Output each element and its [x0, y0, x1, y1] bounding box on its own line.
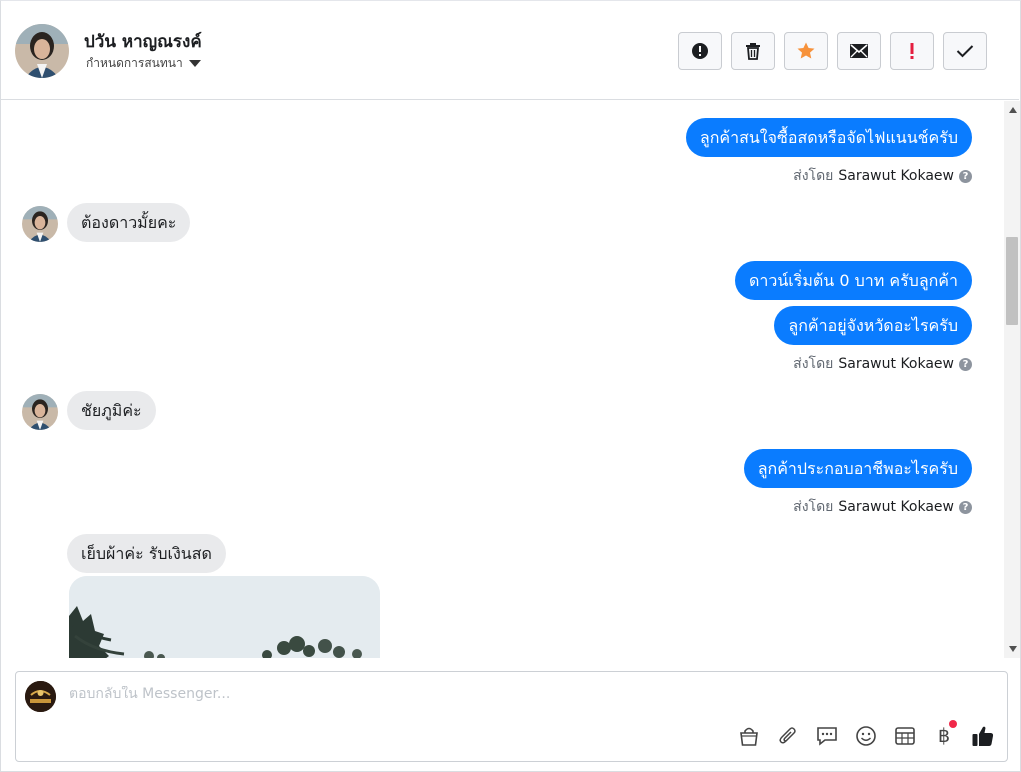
incoming-message[interactable]: ต้องดาวมั้ยคะ: [67, 203, 191, 242]
baht-symbol: ฿: [937, 725, 951, 747]
outgoing-message[interactable]: ลูกค้าสนใจซื้อสดหรือจัดไฟแนนช์ครับ: [685, 118, 972, 157]
assign-label: กำหนดการสนทนา: [86, 56, 183, 70]
contact-avatar-small[interactable]: [22, 394, 58, 430]
scroll-up-arrow-icon[interactable]: [1009, 107, 1017, 113]
reply-input[interactable]: [69, 686, 769, 702]
check-icon: [956, 45, 974, 58]
conversation-actions-toolbar: [678, 32, 987, 70]
incoming-message[interactable]: ชัยภูมิค่ะ: [67, 391, 156, 430]
sent-by-prefix: ส่งโดย: [793, 356, 834, 372]
envelope-icon: [850, 44, 868, 58]
table-icon[interactable]: [893, 724, 917, 748]
notification-dot: [949, 720, 957, 728]
sent-by-label: ส่งโดย Sarawut Kokaew ?: [793, 353, 972, 375]
baht-payment-icon[interactable]: ฿: [932, 720, 957, 748]
incoming-message[interactable]: เย็บผ้าค่ะ รับเงินสด: [67, 534, 226, 573]
thumbs-up-icon[interactable]: [971, 724, 995, 748]
emoji-icon[interactable]: [854, 724, 878, 748]
composer-toolbar: ฿: [737, 720, 995, 748]
mark-unread-button[interactable]: [837, 32, 881, 70]
contact-name[interactable]: ปวัน หาญณรงค์: [84, 28, 202, 55]
outgoing-message[interactable]: ดาวน์เริ่มต้น 0 บาท ครับลูกค้า: [735, 261, 972, 300]
exclamation-icon: [910, 43, 914, 59]
outgoing-message[interactable]: ลูกค้าอยู่จังหวัดอะไรครับ: [774, 306, 972, 345]
help-icon[interactable]: ?: [959, 169, 972, 183]
exclamation-circle-icon: [692, 43, 708, 59]
star-icon: [797, 42, 815, 59]
message-thread[interactable]: ลูกค้าสนใจซื้อสดหรือจัดไฟแนนช์ครับ ส่งโด…: [1, 101, 1004, 658]
assign-conversation-dropdown[interactable]: กำหนดการสนทนา: [86, 54, 201, 73]
star-button[interactable]: [784, 32, 828, 70]
trash-icon: [746, 43, 760, 60]
spam-report-button[interactable]: [678, 32, 722, 70]
sender-name: Sarawut Kokaew: [838, 356, 954, 372]
incoming-photo-attachment[interactable]: [69, 576, 380, 658]
delete-button[interactable]: [731, 32, 775, 70]
saved-reply-icon[interactable]: [815, 724, 839, 748]
paperclip-icon[interactable]: [776, 724, 800, 748]
thread-scrollbar[interactable]: [1004, 101, 1020, 658]
scrollbar-thumb[interactable]: [1006, 237, 1018, 325]
sent-by-prefix: ส่งโดย: [793, 168, 834, 184]
sender-name: Sarawut Kokaew: [838, 499, 954, 515]
help-icon[interactable]: ?: [959, 357, 972, 371]
contact-avatar-small[interactable]: [22, 206, 58, 242]
mark-done-button[interactable]: [943, 32, 987, 70]
sent-by-label: ส่งโดย Sarawut Kokaew ?: [793, 496, 972, 518]
sender-name: Sarawut Kokaew: [838, 168, 954, 184]
outgoing-message[interactable]: ลูกค้าประกอบอาชีพอะไรครับ: [743, 449, 972, 488]
contact-avatar[interactable]: [15, 24, 69, 78]
conversation-header: ปวัน หาญณรงค์ กำหนดการสนทนา: [1, 1, 1019, 100]
scroll-down-arrow-icon[interactable]: [1009, 646, 1017, 652]
sent-by-label: ส่งโดย Sarawut Kokaew ?: [793, 165, 972, 187]
shopping-bag-icon[interactable]: [737, 724, 761, 748]
page-avatar: [25, 681, 56, 712]
follow-up-button[interactable]: [890, 32, 934, 70]
sent-by-prefix: ส่งโดย: [793, 499, 834, 515]
help-icon[interactable]: ?: [959, 500, 972, 514]
photo-image: [69, 576, 380, 658]
reply-composer: ฿: [15, 671, 1008, 762]
caret-down-icon: [188, 60, 201, 67]
